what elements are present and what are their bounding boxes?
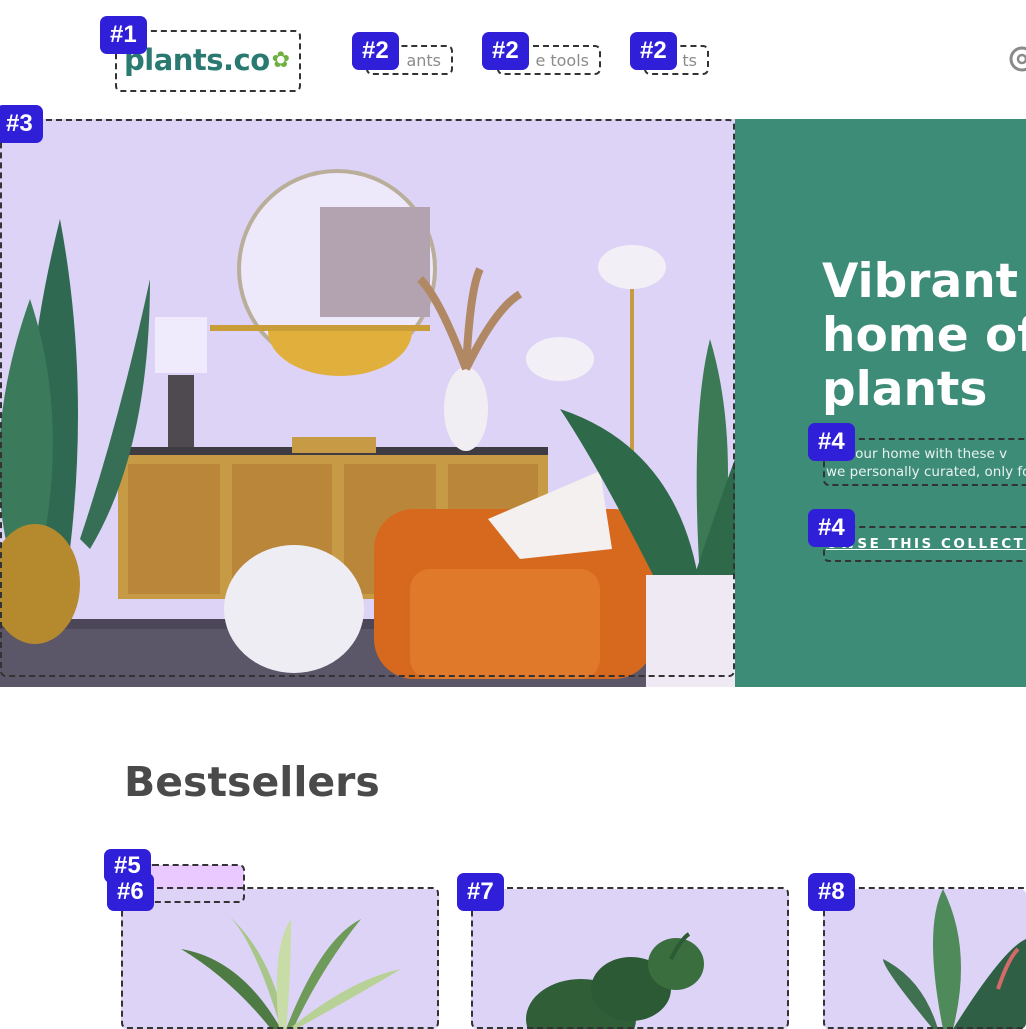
hero-title: Vibrant home off plants [822, 254, 1026, 417]
annotation-badge: #2 [352, 32, 399, 70]
section-title: Bestsellers [124, 758, 380, 806]
annotation-badge: #2 [630, 32, 677, 70]
annotation-badge: #2 [482, 32, 529, 70]
annotation-badge: #3 [0, 105, 43, 143]
annotation-badge: #7 [457, 873, 504, 911]
annotation-badge: #6 [107, 873, 154, 911]
annotation-badge: #1 [100, 16, 147, 54]
product-card-highlight [121, 887, 439, 1029]
product-card-highlight [471, 887, 789, 1029]
hero-image-highlight [0, 119, 735, 677]
annotation-badge: #4 [808, 423, 855, 461]
annotation-badge: #8 [808, 873, 855, 911]
account-icon[interactable] [1007, 44, 1026, 74]
annotation-badge: #4 [808, 509, 855, 547]
